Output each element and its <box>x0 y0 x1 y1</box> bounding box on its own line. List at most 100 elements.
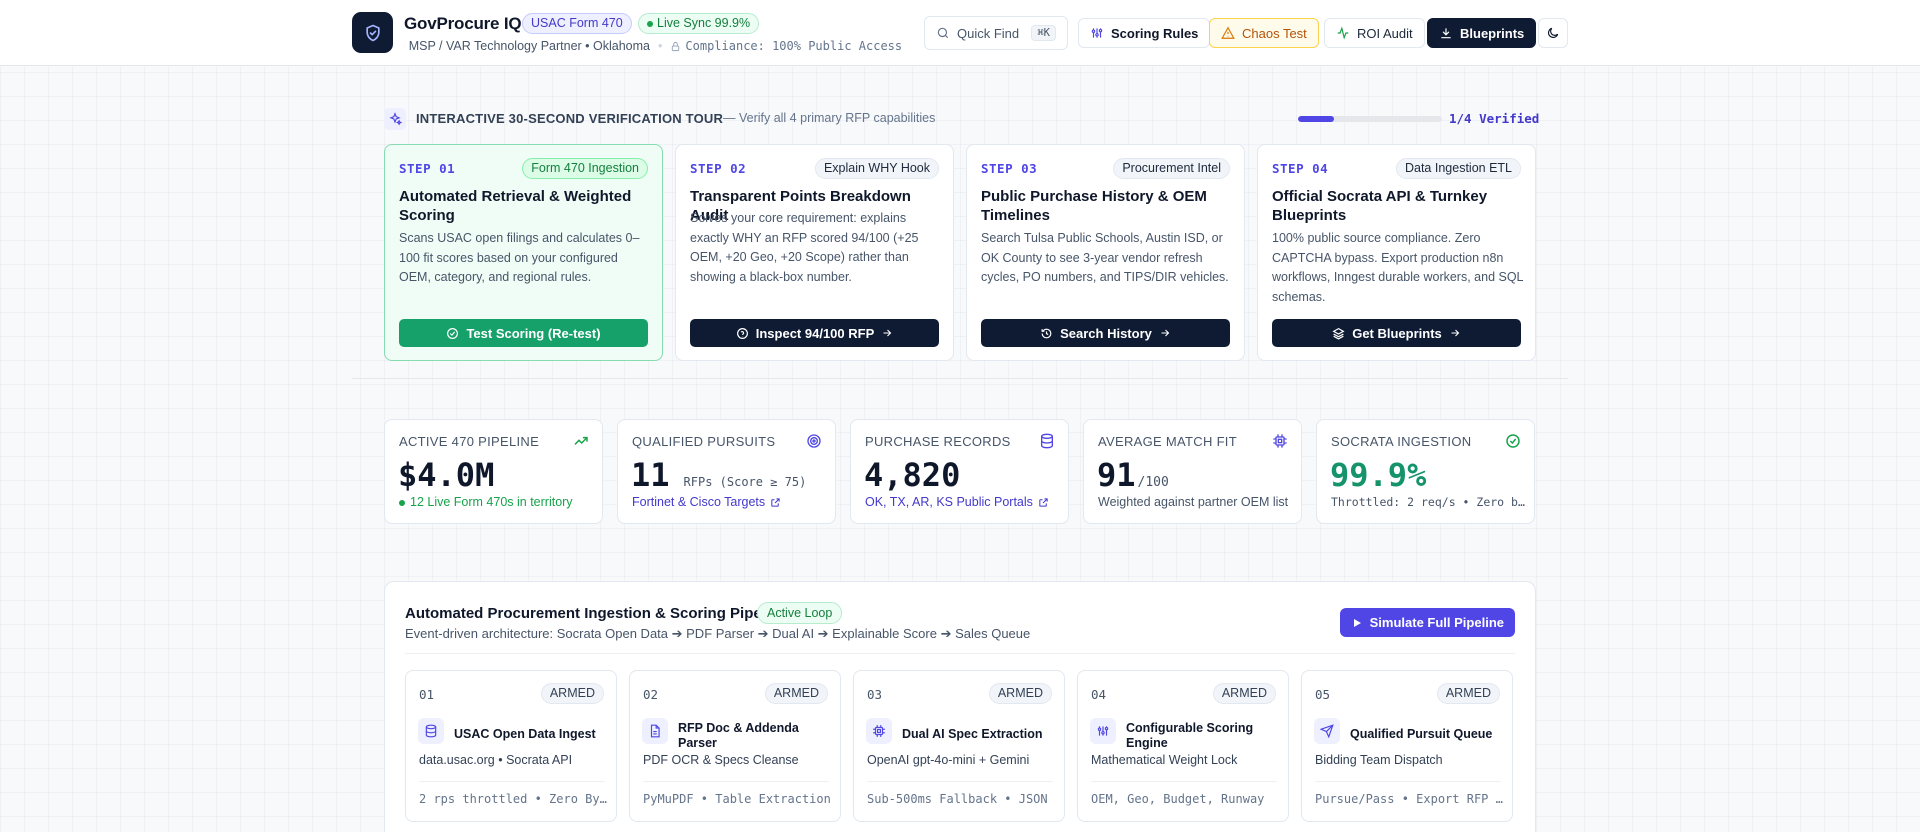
stage-status-badge: ARMED <box>764 683 828 704</box>
search-history-label: Search History <box>1060 325 1152 341</box>
stage-footer: 2 rps throttled • Zero Bypass <box>419 792 607 806</box>
metric-value: 4,820 <box>864 456 961 494</box>
get-blueprints-button[interactable]: Get Blueprints <box>1272 319 1521 347</box>
step-number: STEP 04 <box>1272 161 1329 176</box>
scoring-rules-label: Scoring Rules <box>1111 25 1199 41</box>
lock-icon <box>672 41 680 51</box>
cpu-icon <box>1273 434 1287 448</box>
step-tag: Data Ingestion ETL <box>1395 158 1521 179</box>
stage-description: Mathematical Weight Lock <box>1091 753 1238 767</box>
metric-card-socrata: SOCRATA INGESTION 99.9% Throttled: 2 req… <box>1316 419 1535 524</box>
search-history-button[interactable]: Search History <box>981 319 1230 347</box>
sliders-icon <box>1090 718 1116 744</box>
metric-label: SOCRATA INGESTION <box>1331 434 1472 449</box>
cpu-icon <box>866 718 892 744</box>
blueprints-button[interactable]: Blueprints <box>1427 18 1537 48</box>
stage-status-badge: ARMED <box>540 683 604 704</box>
sparkles-icon <box>384 108 406 130</box>
building-icon <box>404 45 405 47</box>
stage-number: 05 <box>1315 687 1331 702</box>
play-icon <box>1353 618 1361 627</box>
metric-card-match-fit: AVERAGE MATCH FIT 91/100 Weighted agains… <box>1083 419 1302 524</box>
stage-title: RFP Doc & Addenda Parser <box>678 721 799 750</box>
metric-value: 11 <box>631 456 670 494</box>
roi-audit-label: ROI Audit <box>1357 25 1413 41</box>
warning-icon <box>1221 26 1235 39</box>
metric-card-pipeline: ACTIVE 470 PIPELINE $4.0M 12 Live Form 4… <box>384 419 603 524</box>
step-description: Search Tulsa Public Schools, Austin ISD,… <box>981 231 1229 284</box>
chaos-test-button[interactable]: Chaos Test <box>1209 18 1319 48</box>
stage-divider <box>1315 781 1501 782</box>
stage-status-badge: ARMED <box>1436 683 1500 704</box>
stage-number: 04 <box>1091 687 1107 702</box>
step-number: STEP 02 <box>690 161 747 176</box>
stage-status-badge: ARMED <box>1212 683 1276 704</box>
test-scoring-button[interactable]: Test Scoring (Re-test) <box>399 319 648 347</box>
tour-subtitle: — Verify all 4 primary RFP capabilities <box>723 111 936 125</box>
live-sync-label: Live Sync 99.9% <box>657 16 751 30</box>
arrow-right-icon <box>1451 329 1460 337</box>
pipeline-stage-4[interactable]: 04 ARMED Configurable Scoring Engine Mat… <box>1077 670 1289 822</box>
compliance-label: Compliance: 100% Public Access <box>685 39 903 53</box>
tour-step-3: STEP 03 Procurement Intel Public Purchas… <box>966 144 1245 361</box>
step-title: Automated Retrieval & Weighted Scoring <box>399 188 632 224</box>
pipeline-stage-5[interactable]: 05 ARMED Qualified Pursuit Queue Bidding… <box>1301 670 1513 822</box>
sliders-icon <box>1091 28 1103 38</box>
download-icon <box>1441 28 1451 39</box>
shield-logo-icon <box>352 12 393 53</box>
stage-title: Configurable Scoring Engine <box>1126 721 1254 750</box>
step-tag: Form 470 Ingestion <box>522 158 648 179</box>
quick-find-label: Quick Find <box>957 25 1020 41</box>
stage-divider <box>643 781 829 782</box>
tour-progress-bar <box>1298 116 1442 122</box>
stage-description: OpenAI gpt-4o-mini + Gemini <box>867 753 1030 767</box>
help-circle-icon <box>736 327 748 339</box>
moon-icon <box>1548 27 1559 38</box>
metric-note: OK, TX, AR, KS Public Portals <box>865 495 1033 509</box>
metric-link[interactable]: Fortinet & Cisco Targets <box>632 495 828 509</box>
metric-card-records: PURCHASE RECORDS 4,820 OK, TX, AR, KS Pu… <box>850 419 1069 524</box>
tour-progress-text: 1/4 Verified <box>1449 111 1540 126</box>
pipeline-stage-3[interactable]: 03 ARMED Dual AI Spec Extraction OpenAI … <box>853 670 1065 822</box>
simulate-pipeline-button[interactable]: Simulate Full Pipeline <box>1339 608 1515 637</box>
stage-footer: OEM, Geo, Budget, Runway <box>1091 792 1265 806</box>
active-loop-badge: Active Loop <box>757 602 843 624</box>
arrow-right-icon <box>883 329 892 337</box>
pipeline-stage-2[interactable]: 02 ARMED RFP Doc & Addenda Parser PDF OC… <box>629 670 841 822</box>
tour-title: INTERACTIVE 30-SECOND VERIFICATION TOUR <box>416 111 724 126</box>
stage-footer: Sub-500ms Fallback • JSON <box>867 792 1048 806</box>
stage-divider <box>419 781 605 782</box>
stage-title: Qualified Pursuit Queue <box>1350 727 1493 741</box>
tour-step-4: STEP 04 Data Ingestion ETL Official Socr… <box>1257 144 1536 361</box>
quick-find-button[interactable]: Quick Find ⌘K <box>924 16 1068 50</box>
metric-note: Throttled: 2 req/s • Zero bypass <box>1331 495 1527 509</box>
scoring-rules-button[interactable]: Scoring Rules <box>1078 18 1211 48</box>
tour-step-2: STEP 02 Explain WHY Hook Transparent Poi… <box>675 144 954 361</box>
trending-up-icon <box>574 436 588 445</box>
step-number: STEP 01 <box>399 161 456 176</box>
database-icon <box>418 718 444 744</box>
external-link-icon <box>771 497 780 507</box>
stage-footer: Pursue/Pass • Export RFP Brief <box>1315 792 1503 806</box>
step-tag: Explain WHY Hook <box>814 158 939 179</box>
tour-step-1: STEP 01 Form 470 Ingestion Automated Ret… <box>384 144 663 361</box>
pipeline-stage-1[interactable]: 01 ARMED USAC Open Data Ingest data.usac… <box>405 670 617 822</box>
metric-link[interactable]: OK, TX, AR, KS Public Portals <box>865 495 1061 509</box>
arrow-right-icon <box>1161 329 1170 337</box>
app-title: GovProcure IQ <box>404 14 522 33</box>
metric-label: ACTIVE 470 PIPELINE <box>399 434 540 449</box>
metric-note: Weighted against partner OEM list <box>1098 495 1289 509</box>
roi-audit-button[interactable]: ROI Audit <box>1324 18 1425 48</box>
step-description: Scans USAC open filings and calculates 0… <box>399 231 640 284</box>
stage-number: 01 <box>419 687 435 702</box>
header-subline: MSP / VAR Technology Partner • Oklahoma … <box>404 38 912 54</box>
metric-suffix: RFPs (Score ≥ 75) <box>683 475 807 489</box>
live-sync-badge: Live Sync 99.9% <box>638 13 760 34</box>
metric-value: $4.0M <box>398 456 495 494</box>
live-dot-icon <box>647 21 653 27</box>
step-title: Official Socrata API & Turnkey Blueprint… <box>1272 188 1488 224</box>
theme-toggle-button[interactable] <box>1538 18 1568 48</box>
check-circle-icon <box>447 327 459 339</box>
target-icon <box>807 434 821 448</box>
inspect-rfp-button[interactable]: Inspect 94/100 RFP <box>690 319 939 347</box>
